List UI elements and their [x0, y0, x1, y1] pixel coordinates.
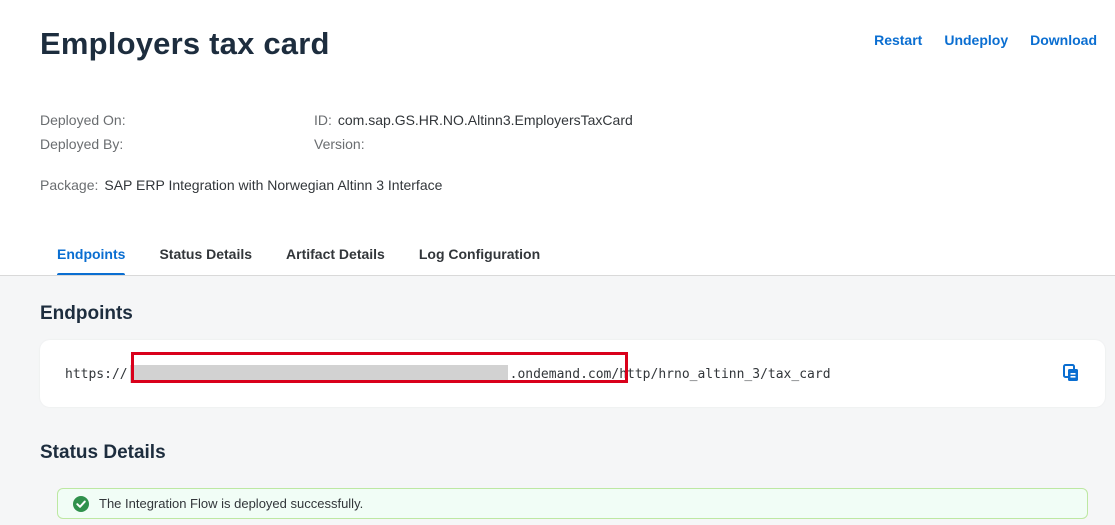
package-info: Package: SAP ERP Integration with Norwegi… — [40, 177, 442, 193]
package-value: SAP ERP Integration with Norwegian Altin… — [104, 177, 443, 193]
download-button[interactable]: Download — [1030, 32, 1097, 48]
page-header: Employers tax card Restart Undeploy Down… — [0, 0, 1115, 276]
restart-button[interactable]: Restart — [874, 32, 922, 48]
status-section-title: Status Details — [40, 442, 166, 463]
status-message: The Integration Flow is deployed success… — [99, 496, 364, 511]
copy-icon[interactable] — [1063, 364, 1079, 382]
endpoints-section-title: Endpoints — [40, 303, 133, 324]
highlight-annotation-box — [131, 352, 628, 383]
header-actions: Restart Undeploy Download — [874, 32, 1097, 48]
version-label: Version: — [314, 136, 365, 152]
deployed-by-label: Deployed By: — [40, 136, 124, 152]
artifact-id: ID: com.sap.GS.HR.NO.Altinn3.EmployersTax… — [314, 112, 633, 128]
id-value: com.sap.GS.HR.NO.Altinn3.EmployersTaxCar… — [337, 112, 633, 128]
package-label: Package: — [40, 177, 99, 193]
tab-endpoints[interactable]: Endpoints — [40, 232, 142, 276]
deployed-on-label: Deployed On: — [40, 112, 126, 128]
url-prefix: https:// — [65, 366, 128, 382]
id-label: ID: — [314, 112, 332, 128]
tab-status-details[interactable]: Status Details — [142, 232, 269, 276]
tab-artifact-details[interactable]: Artifact Details — [269, 232, 402, 276]
tab-bar: Endpoints Status Details Artifact Detail… — [40, 232, 557, 276]
url-path: /http/hrno_altinn_3/tax_card — [611, 366, 831, 382]
tab-log-configuration[interactable]: Log Configuration — [402, 232, 557, 276]
page-title: Employers tax card — [40, 26, 330, 61]
status-message-strip: The Integration Flow is deployed success… — [57, 488, 1088, 519]
undeploy-button[interactable]: Undeploy — [944, 32, 1008, 48]
success-check-icon — [73, 495, 89, 512]
